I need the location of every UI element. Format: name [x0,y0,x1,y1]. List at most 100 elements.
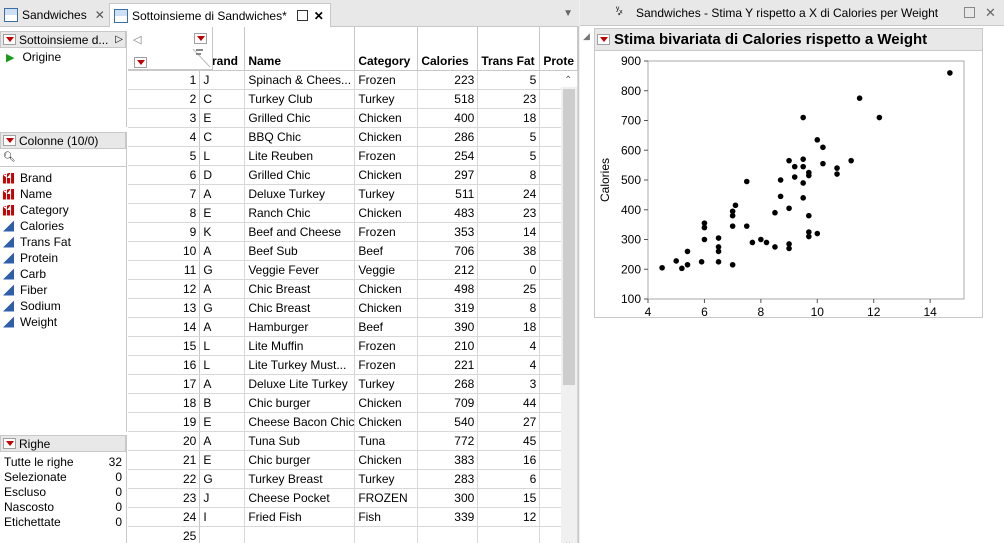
data-grid[interactable]: Brand Name Category Calories Trans Fat Prote 1… [128,27,578,543]
vertical-scrollbar[interactable]: ⌃ ⌄ [561,75,577,543]
row-number[interactable]: 13 [128,298,201,318]
table-row[interactable]: 5 L Lite Reuben Frozen 254 5 [128,146,578,166]
table-row[interactable]: 1 J Spinach & Chees... Frozen 223 5 [128,70,578,90]
maximize-icon[interactable] [296,10,308,21]
column-header[interactable]: Category [354,27,419,71]
row-number[interactable]: 5 [128,146,201,166]
row-number[interactable]: 25 [128,526,201,543]
data-point[interactable] [856,95,863,101]
data-point[interactable] [947,70,953,76]
data-point[interactable] [848,157,854,164]
data-point[interactable] [786,241,792,247]
table-row[interactable]: 19 E Cheese Bacon Chic Chicken 540 27 [128,412,578,432]
data-point[interactable] [786,157,792,164]
data-point[interactable] [701,220,708,226]
row-number[interactable]: 24 [128,507,201,527]
data-point[interactable] [715,259,722,265]
table-row[interactable]: 4 C BBQ Chic Chicken 286 5 [128,127,578,147]
data-point[interactable] [800,163,806,170]
table-row[interactable]: 12 A Chic Breast Chicken 498 25 [128,279,578,299]
column-header[interactable]: Calories [417,27,479,71]
row-number[interactable]: 10 [128,241,201,261]
close-icon[interactable]: ✕ [95,8,105,22]
tab-subset[interactable]: Sottoinsieme di Sandwiches* ✕ [109,3,331,27]
collapse-icon[interactable]: ▷ [115,34,123,45]
maximize-icon[interactable] [964,7,975,18]
red-triangle-icon[interactable] [3,34,16,45]
table-row[interactable]: 15 L Lite Muffin Frozen 210 4 [128,336,578,356]
data-point[interactable] [729,223,736,229]
subset-panel-header[interactable]: Sottoinsieme d... ▷ [0,31,126,48]
data-point[interactable] [659,264,665,271]
data-point[interactable] [834,165,840,171]
column-item[interactable]: Protein [3,250,126,266]
column-item[interactable]: Category [3,202,126,218]
row-number[interactable]: 21 [128,450,201,470]
data-point[interactable] [701,236,708,243]
data-point[interactable] [758,236,764,243]
data-point[interactable] [729,208,736,215]
plot-frame[interactable] [647,60,965,300]
columns-panel-header[interactable]: Colonne (10/0) [0,132,126,149]
row-number[interactable]: 15 [128,336,201,356]
row-number[interactable]: 1 [128,70,201,90]
table-row[interactable]: 11 G Veggie Fever Veggie 212 0 [128,260,578,280]
data-point[interactable] [763,239,770,246]
report-header[interactable]: Stima bivariata di Calories rispetto a W… [595,29,982,51]
row-number[interactable]: 9 [128,222,201,242]
data-point[interactable] [814,230,821,237]
data-point[interactable] [800,195,806,201]
table-row[interactable]: 16 L Lite Turkey Must... Frozen 221 4 [128,355,578,375]
close-icon[interactable]: ✕ [314,9,324,23]
data-point[interactable] [800,114,806,121]
scroll-thumb[interactable] [563,89,575,385]
close-icon[interactable]: ✕ [985,5,996,21]
table-row[interactable]: 24 I Fried Fish Fish 339 12 [128,507,578,527]
table-row[interactable]: 18 B Chic burger Chicken 709 44 [128,393,578,413]
row-number[interactable]: 22 [128,469,201,489]
data-point[interactable] [806,212,812,219]
data-point[interactable] [800,180,806,186]
row-number[interactable]: 12 [128,279,201,299]
table-row[interactable]: 25 [128,526,578,543]
data-point[interactable] [791,174,798,180]
column-item[interactable]: Carb [3,266,126,282]
scroll-up-icon[interactable]: ⌃ [564,75,572,86]
row-number[interactable]: 8 [128,203,201,223]
row-number[interactable]: 23 [128,488,201,508]
row-number[interactable]: 14 [128,317,201,337]
table-row[interactable]: 23 J Cheese Pocket FROZEN 300 15 [128,488,578,508]
table-corner[interactable]: ◁ [128,27,213,70]
table-row[interactable]: 21 E Chic burger Chicken 383 16 [128,450,578,470]
data-point[interactable] [732,202,739,209]
column-item[interactable]: Calories [3,218,126,234]
column-item[interactable]: Fiber [3,282,126,298]
data-point[interactable] [834,171,840,177]
red-triangle-icon[interactable] [194,33,207,44]
outline-collapse-icon[interactable]: ◢ [583,31,590,42]
column-item[interactable]: Name [3,186,126,202]
row-number[interactable]: 4 [128,127,201,147]
table-row[interactable]: 20 A Tuna Sub Tuna 772 45 [128,431,578,451]
data-point[interactable] [729,261,736,268]
table-row[interactable]: 2 C Turkey Club Turkey 518 23 [128,89,578,109]
column-item[interactable]: Sodium [3,298,126,314]
row-number[interactable]: 7 [128,184,201,204]
data-point[interactable] [876,114,883,121]
row-number[interactable]: 6 [128,165,201,185]
column-item[interactable]: Brand [3,170,126,186]
data-point[interactable] [743,223,750,229]
data-point[interactable] [820,160,826,167]
table-row[interactable]: 6 D Grilled Chic Chicken 297 8 [128,165,578,185]
row-number[interactable]: 20 [128,431,201,451]
data-point[interactable] [684,248,691,255]
red-triangle-icon[interactable] [597,34,610,45]
table-row[interactable]: 17 A Deluxe Lite Turkey Turkey 268 3 [128,374,578,394]
red-triangle-icon[interactable] [3,438,16,449]
column-header[interactable]: Trans Fat [477,27,541,71]
data-point[interactable] [673,258,680,264]
row-number[interactable]: 2 [128,89,201,109]
data-point[interactable] [820,144,826,151]
table-row[interactable]: 3 E Grilled Chic Chicken 400 18 [128,108,578,128]
column-search[interactable]: 🔍︎ [0,149,126,167]
